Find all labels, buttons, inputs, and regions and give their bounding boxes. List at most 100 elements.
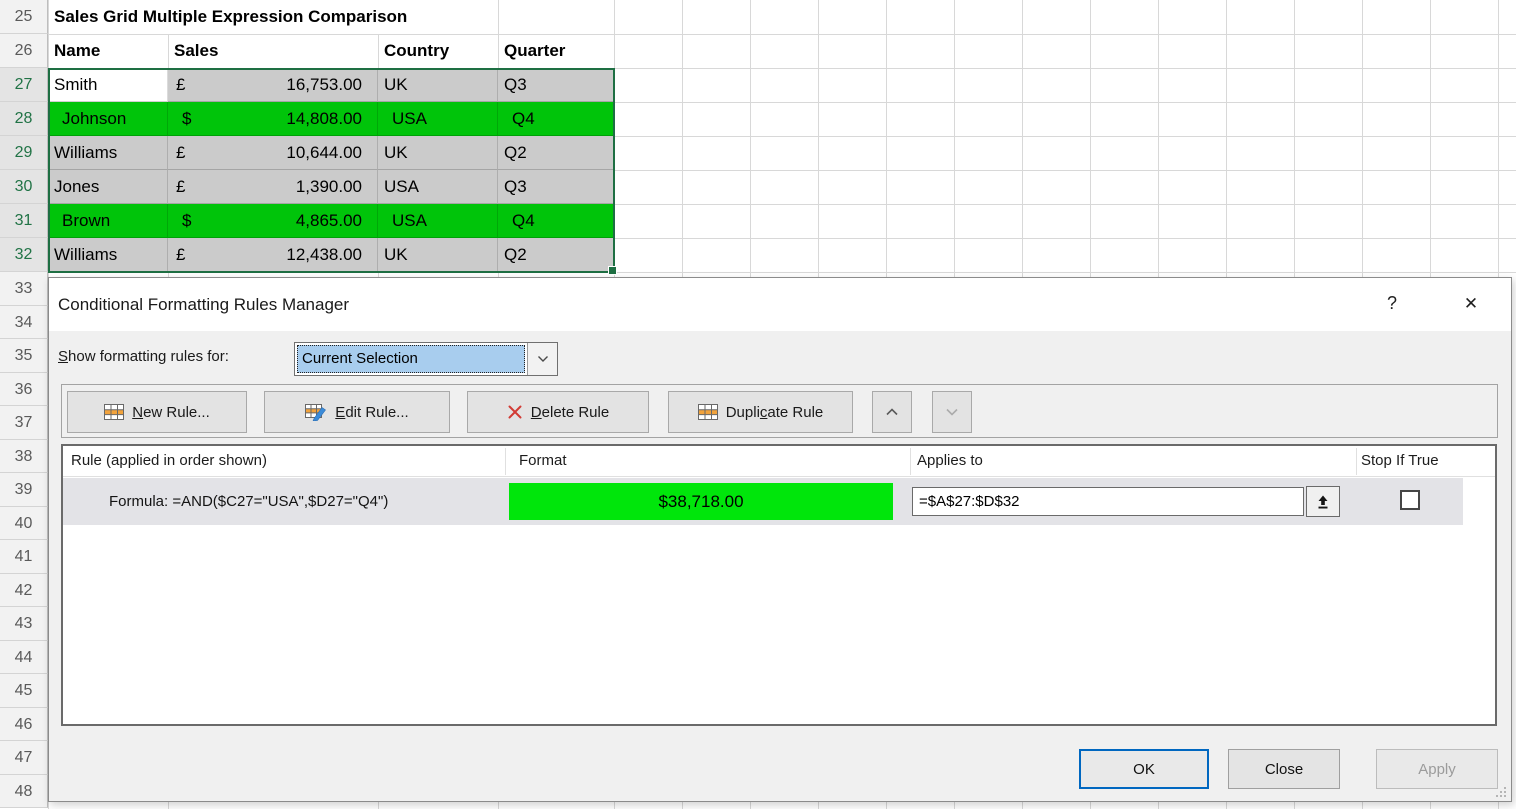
row-header-32[interactable]: 32 [0, 238, 48, 272]
combobox-dropdown-button[interactable] [527, 343, 557, 375]
list-header-applies-to: Applies to [917, 446, 983, 476]
collapse-dialog-button[interactable] [1306, 486, 1340, 517]
rule-row[interactable]: Formula: =AND($C27="USA",$D27="Q4") $38,… [63, 478, 1463, 525]
column-header-country[interactable]: Country [384, 34, 449, 68]
row-header-31[interactable]: 31 [0, 204, 48, 238]
cell-sales-27[interactable]: £16,753.00 [168, 68, 378, 102]
cell-sales-28[interactable]: $14,808.00 [168, 102, 378, 136]
edit-rule-button[interactable]: Edit Rule... [264, 391, 450, 433]
currency-symbol: $ [182, 204, 191, 237]
cell-quarter-30[interactable]: Q3 [498, 170, 614, 204]
currency-symbol: £ [176, 170, 185, 203]
cell-sales-32[interactable]: £12,438.00 [168, 238, 378, 272]
rule-description: Formula: =AND($C27="USA",$D27="Q4") [109, 478, 388, 525]
cell-name-28[interactable]: Johnson [48, 102, 168, 136]
move-rule-up-button[interactable] [872, 391, 912, 433]
cell-sales-29[interactable]: £10,644.00 [168, 136, 378, 170]
row-header-43[interactable]: 43 [0, 607, 48, 641]
cell-name-27[interactable]: Smith [48, 68, 168, 102]
row-header-36[interactable]: 36 [0, 373, 48, 407]
cell-country-27[interactable]: UK [378, 68, 498, 102]
list-header-format: Format [519, 446, 567, 476]
ok-button[interactable]: OK [1079, 749, 1209, 789]
row-header-41[interactable]: 41 [0, 540, 48, 574]
row-header-30[interactable]: 30 [0, 170, 48, 204]
cell-name-31[interactable]: Brown [48, 204, 168, 238]
row-header-46[interactable]: 46 [0, 708, 48, 742]
row-header-44[interactable]: 44 [0, 641, 48, 675]
duplicate-rule-button[interactable]: Duplicate Rule [668, 391, 853, 433]
cell-country-28[interactable]: USA [378, 102, 498, 136]
cell-name-32[interactable]: Williams [48, 238, 168, 272]
duplicate-rule-label: Duplicate Rule [726, 404, 824, 421]
currency-symbol: £ [176, 136, 185, 169]
cell-sales-31[interactable]: $4,865.00 [168, 204, 378, 238]
conditional-formatting-rules-manager-dialog: Conditional Formatting Rules Manager ? ✕… [48, 277, 1512, 802]
apply-button[interactable]: Apply [1376, 749, 1498, 789]
applies-to-input[interactable] [912, 487, 1304, 516]
row-header-33[interactable]: 33 [0, 272, 48, 306]
currency-symbol: £ [176, 238, 185, 271]
cell-quarter-27[interactable]: Q3 [498, 68, 614, 102]
cell-country-30[interactable]: USA [378, 170, 498, 204]
cell-country-29[interactable]: UK [378, 136, 498, 170]
row-header-38[interactable]: 38 [0, 440, 48, 474]
scope-combobox[interactable]: Current Selection [294, 342, 558, 376]
column-header-quarter[interactable]: Quarter [504, 34, 565, 68]
delete-rule-button[interactable]: Delete Rule [467, 391, 649, 433]
cell-country-32[interactable]: UK [378, 238, 498, 272]
sheet-row-28: Johnson$14,808.00USAQ4 [48, 102, 614, 136]
cell-quarter-32[interactable]: Q2 [498, 238, 614, 272]
sales-amount: 14,808.00 [286, 102, 362, 135]
column-header-name[interactable]: Name [54, 34, 100, 68]
gridline [0, 272, 1516, 273]
sales-amount: 4,865.00 [296, 204, 362, 237]
edit-rule-label: Edit Rule... [335, 404, 408, 421]
chevron-up-icon [884, 406, 900, 418]
dialog-titlebar: Conditional Formatting Rules Manager ? ✕ [49, 278, 1511, 331]
collapse-range-icon [1316, 494, 1330, 510]
row-header-25[interactable]: 25 [0, 0, 48, 34]
row-header-45[interactable]: 45 [0, 674, 48, 708]
cell-quarter-28[interactable]: Q4 [498, 102, 614, 136]
cell-name-29[interactable]: Williams [48, 136, 168, 170]
dialog-title: Conditional Formatting Rules Manager [58, 278, 349, 331]
stop-if-true-checkbox[interactable] [1400, 490, 1420, 510]
row-header-35[interactable]: 35 [0, 339, 48, 373]
sales-amount: 10,644.00 [286, 136, 362, 169]
row-header-28[interactable]: 28 [0, 102, 48, 136]
row-header-48[interactable]: 48 [0, 775, 48, 809]
row-header-27[interactable]: 27 [0, 68, 48, 102]
cell-country-31[interactable]: USA [378, 204, 498, 238]
close-icon[interactable]: ✕ [1453, 278, 1489, 331]
currency-symbol: £ [176, 68, 185, 101]
close-button[interactable]: Close [1228, 749, 1340, 789]
table-pencil-icon [305, 403, 327, 421]
row-header-29[interactable]: 29 [0, 136, 48, 170]
sheet-title-cell[interactable]: Sales Grid Multiple Expression Compariso… [49, 0, 417, 34]
delete-rule-label: Delete Rule [531, 404, 609, 421]
row-header-39[interactable]: 39 [0, 473, 48, 507]
row-header-42[interactable]: 42 [0, 574, 48, 608]
cell-name-30[interactable]: Jones [48, 170, 168, 204]
resize-grip-icon[interactable] [1493, 784, 1507, 803]
help-icon[interactable]: ? [1377, 278, 1407, 331]
row-header-40[interactable]: 40 [0, 507, 48, 541]
new-rule-button[interactable]: New Rule... [67, 391, 247, 433]
column-header-sales[interactable]: Sales [174, 34, 218, 68]
sales-amount: 16,753.00 [286, 68, 362, 101]
column-separator [910, 448, 911, 475]
sheet-row-30: Jones£1,390.00USAQ3 [48, 170, 614, 204]
sheet-row-31: Brown$4,865.00USAQ4 [48, 204, 614, 238]
cell-sales-30[interactable]: £1,390.00 [168, 170, 378, 204]
row-header-37[interactable]: 37 [0, 406, 48, 440]
currency-symbol: $ [182, 102, 191, 135]
move-rule-down-button[interactable] [932, 391, 972, 433]
cell-quarter-31[interactable]: Q4 [498, 204, 614, 238]
sales-amount: 1,390.00 [296, 170, 362, 203]
row-header-26[interactable]: 26 [0, 34, 48, 68]
cell-quarter-29[interactable]: Q2 [498, 136, 614, 170]
row-header-34[interactable]: 34 [0, 306, 48, 340]
row-header-47[interactable]: 47 [0, 741, 48, 775]
sales-amount: 12,438.00 [286, 238, 362, 271]
